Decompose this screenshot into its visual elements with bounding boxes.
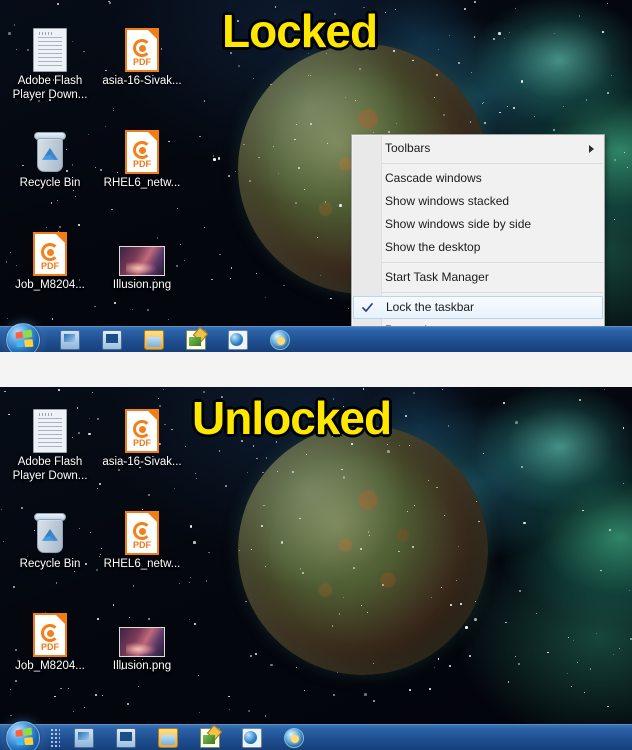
menu-item-label: Start Task Manager bbox=[385, 270, 489, 284]
internet-page-icon[interactable] bbox=[242, 727, 262, 748]
notepad-editor-icon[interactable] bbox=[200, 727, 220, 748]
windows-logo-icon bbox=[15, 726, 34, 745]
menu-item-start-task-manager[interactable]: Start Task Manager bbox=[352, 266, 604, 289]
desktop-icon-recycle-bin[interactable]: Recycle Bin bbox=[4, 124, 96, 191]
desktop-icon-label: asia-16-Sivak... bbox=[102, 456, 182, 468]
taskbar-icon-group[interactable] bbox=[74, 727, 304, 748]
desktop-icon-illusion-png[interactable]: Illusion.png bbox=[96, 607, 188, 674]
desktop-icon-recycle-bin[interactable]: Recycle Bin bbox=[4, 505, 96, 572]
start-button[interactable] bbox=[2, 720, 46, 750]
menu-separator bbox=[381, 262, 603, 263]
desktop-icon-label: Illusion.png bbox=[112, 279, 172, 291]
desktop-icon-rhel6-netw[interactable]: PDF RHEL6_netw... bbox=[96, 124, 188, 191]
computer-monitor-icon[interactable] bbox=[102, 329, 122, 350]
menu-item-cascade-windows[interactable]: Cascade windows bbox=[352, 167, 604, 190]
text-file-icon bbox=[4, 403, 96, 453]
taskbar-locked[interactable] bbox=[0, 322, 632, 352]
panel-title-unlocked: Unlocked bbox=[192, 392, 392, 444]
comparison-screenshot: Locked Adobe Flash Player Down... PDF as… bbox=[0, 0, 632, 750]
desktop-icon-asia-16-sivak[interactable]: PDF asia-16-Sivak... bbox=[96, 403, 188, 470]
taskbar-icon-group[interactable] bbox=[60, 329, 290, 350]
menu-item-label: Toolbars bbox=[385, 141, 431, 155]
taskbar-unlocked[interactable] bbox=[0, 720, 632, 750]
menu-item-show-the-desktop[interactable]: Show the desktop bbox=[352, 236, 604, 259]
pdf-file-icon: PDF bbox=[96, 403, 188, 453]
menu-separator bbox=[381, 292, 603, 293]
menu-item-label: Show windows side by side bbox=[385, 217, 532, 231]
checkmark-icon bbox=[362, 302, 373, 313]
notepad-editor-icon[interactable] bbox=[186, 329, 206, 350]
recycle-bin-icon bbox=[4, 124, 96, 174]
recycle-bin-icon bbox=[4, 505, 96, 555]
windows-explorer-folder-icon[interactable] bbox=[144, 329, 164, 350]
taskbar-context-menu-locked[interactable]: Toolbars Cascade windows Show windows stac… bbox=[351, 134, 605, 345]
menu-item-label: Cascade windows bbox=[385, 171, 482, 185]
remote-desktop-icon[interactable] bbox=[74, 727, 94, 748]
desktop-icon-label: Adobe Flash Player Down... bbox=[12, 456, 88, 482]
panel-divider bbox=[0, 352, 632, 387]
menu-item-label: Show windows stacked bbox=[385, 194, 510, 208]
computer-monitor-icon[interactable] bbox=[116, 727, 136, 748]
start-button[interactable] bbox=[2, 322, 46, 352]
internet-page-icon[interactable] bbox=[228, 329, 248, 350]
windows-logo-icon bbox=[15, 328, 34, 347]
pdf-file-icon: PDF bbox=[96, 124, 188, 174]
image-thumbnail-icon bbox=[96, 607, 188, 657]
pdf-file-icon: PDF bbox=[96, 505, 188, 555]
globe-browser-icon[interactable] bbox=[284, 727, 304, 748]
pdf-file-icon: PDF bbox=[96, 22, 188, 72]
desktop-icon-job-m8204[interactable]: PDF Job_M8204... bbox=[4, 226, 96, 293]
panel-locked: Locked Adobe Flash Player Down... PDF as… bbox=[0, 0, 632, 352]
desktop-icon-label: Job_M8204... bbox=[15, 279, 85, 291]
desktop-icon-label: Recycle Bin bbox=[19, 177, 81, 189]
panel-title-locked: Locked bbox=[222, 5, 378, 57]
desktop-icon-adobe-flash[interactable]: Adobe Flash Player Down... bbox=[4, 403, 96, 483]
pdf-file-icon: PDF bbox=[4, 226, 96, 276]
menu-item-label: Lock the taskbar bbox=[386, 300, 475, 314]
desktop-icon-adobe-flash[interactable]: Adobe Flash Player Down... bbox=[4, 22, 96, 102]
desktop-icon-label: Job_M8204... bbox=[15, 660, 85, 672]
desktop-icon-asia-16-sivak[interactable]: PDF asia-16-Sivak... bbox=[96, 22, 188, 89]
desktop-icon-label: asia-16-Sivak... bbox=[102, 75, 182, 87]
menu-item-show-windows-stacked[interactable]: Show windows stacked bbox=[352, 190, 604, 213]
desktop-icon-label: Adobe Flash Player Down... bbox=[12, 75, 88, 101]
desktop-icon-label: Illusion.png bbox=[112, 660, 172, 672]
menu-item-toolbars[interactable]: Toolbars bbox=[352, 137, 604, 160]
desktop-icon-illusion-png[interactable]: Illusion.png bbox=[96, 226, 188, 293]
menu-item-lock-the-taskbar[interactable]: Lock the taskbar bbox=[353, 296, 603, 319]
desktop-icon-job-m8204[interactable]: PDF Job_M8204... bbox=[4, 607, 96, 674]
menu-separator bbox=[381, 163, 603, 164]
pdf-file-icon: PDF bbox=[4, 607, 96, 657]
desktop-icon-label: RHEL6_netw... bbox=[103, 558, 181, 570]
text-file-icon bbox=[4, 22, 96, 72]
desktop-icon-label: RHEL6_netw... bbox=[103, 177, 181, 189]
desktop-icon-rhel6-netw[interactable]: PDF RHEL6_netw... bbox=[96, 505, 188, 572]
menu-item-show-windows-side-by-side[interactable]: Show windows side by side bbox=[352, 213, 604, 236]
image-thumbnail-icon bbox=[96, 226, 188, 276]
submenu-arrow-icon bbox=[589, 144, 594, 153]
taskbar-drag-grip[interactable] bbox=[50, 727, 60, 748]
panel-unlocked: Unlocked Adobe Flash Player Down... PDF … bbox=[0, 387, 632, 750]
remote-desktop-icon[interactable] bbox=[60, 329, 80, 350]
globe-browser-icon[interactable] bbox=[270, 329, 290, 350]
windows-explorer-folder-icon[interactable] bbox=[158, 727, 178, 748]
menu-item-label: Show the desktop bbox=[385, 240, 481, 254]
desktop-icon-label: Recycle Bin bbox=[19, 558, 81, 570]
